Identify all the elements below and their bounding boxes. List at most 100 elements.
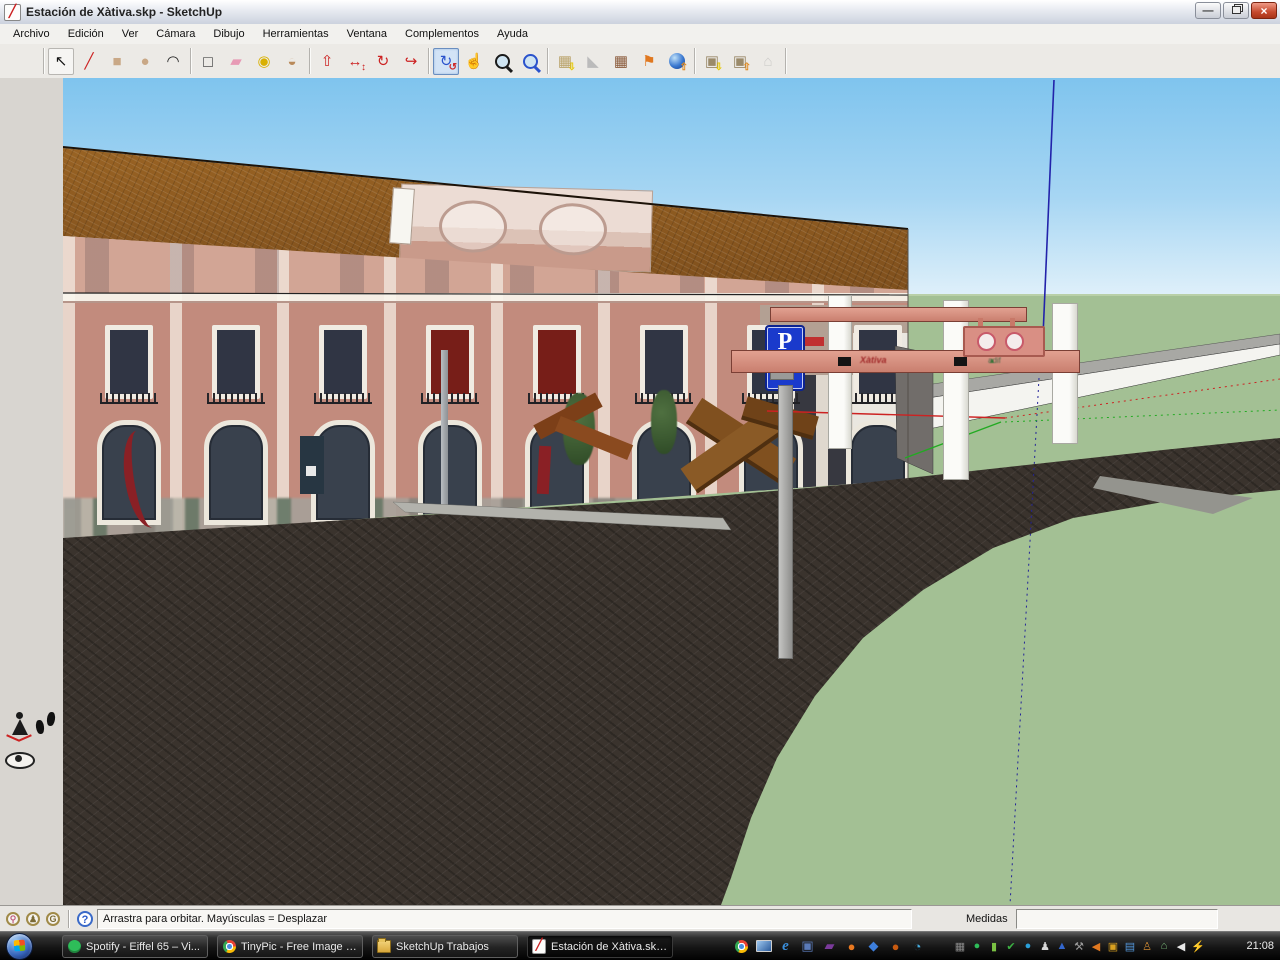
toggle-terrain-tool[interactable]: ◣ — [580, 48, 606, 75]
remote-desktop-icon[interactable]: ▣ — [799, 936, 816, 956]
offset-tool[interactable]: ↪ — [398, 48, 424, 75]
restore-button[interactable] — [1223, 2, 1249, 19]
orbit-tool[interactable]: ↻↺ — [433, 48, 459, 75]
sketchup-app-icon: ╱ — [4, 4, 21, 21]
get-current-view-tool[interactable]: ▦⇩ — [552, 48, 578, 75]
tray-tools-icon[interactable]: ⚒ — [1071, 936, 1087, 956]
menu-complementos[interactable]: Complementos — [396, 26, 488, 42]
task-label: Estación de Xàtiva.skp... — [551, 941, 668, 953]
arc-icon: ◠ — [166, 54, 179, 69]
start-button[interactable] — [6, 933, 33, 960]
zoom-extents-tool[interactable] — [517, 48, 543, 75]
get-models-tool[interactable]: ▣⇩ — [699, 48, 725, 75]
minimize-button[interactable]: — — [1195, 2, 1221, 19]
task-button-chrome[interactable]: TinyPic - Free Image H... — [217, 935, 363, 958]
tray-avg-icon[interactable]: ▲ — [1054, 936, 1070, 956]
green-axis-dashed — [1005, 410, 1280, 422]
menu-ayuda[interactable]: Ayuda — [488, 26, 537, 42]
utility-app-icon[interactable]: ● — [887, 936, 904, 956]
speaker-box — [954, 357, 967, 366]
media-app-icon[interactable]: ▰ — [821, 936, 838, 956]
position-camera-tool[interactable] — [8, 712, 30, 744]
paint-bucket-tool[interactable]: ◒ — [279, 48, 305, 75]
photo-textures-tool[interactable]: ▦ — [608, 48, 634, 75]
geolocation-icon[interactable]: ⚲ — [6, 912, 20, 926]
claim-credit-icon[interactable]: G — [46, 912, 60, 926]
taskbar-clock: 21:08 — [1246, 932, 1274, 960]
tray-offline-user-icon[interactable]: ♟ — [1037, 936, 1053, 956]
zoom-tool[interactable] — [489, 48, 515, 75]
tray-agent-icon[interactable]: ♙ — [1139, 936, 1155, 956]
google-earth-tool[interactable]: ⇧ — [664, 48, 690, 75]
menu-camara[interactable]: Cámara — [147, 26, 204, 42]
tray-power-icon[interactable]: ⚡ — [1190, 936, 1206, 956]
main-toolbar: ↖╱■●◠◻▰◉◒⇧↔↕↻↪↻↺☝▦⇩◣▦⚑⇧▣⇩▣⇧⌂ — [0, 44, 1280, 79]
parking-sign-pole — [778, 385, 793, 659]
quicktime-icon[interactable]: ◔ — [909, 936, 926, 956]
task-button-spotify[interactable]: Spotify - Eiffel 65 – Vi... — [62, 935, 208, 958]
chrome-icon[interactable] — [733, 936, 750, 956]
show-desktop-icon[interactable] — [755, 936, 772, 956]
menu-herramientas[interactable]: Herramientas — [254, 26, 338, 42]
push-pull-tool[interactable]: ⇧ — [314, 48, 340, 75]
credits-icon[interactable]: ♟ — [26, 912, 40, 926]
right-path-wedge — [1093, 476, 1253, 514]
white-pylon — [1052, 303, 1078, 444]
tray-app-icon[interactable]: ▦ — [952, 936, 968, 956]
tray-spotify-icon[interactable]: ● — [969, 936, 985, 956]
task-buttons: Spotify - Eiffel 65 – Vi... TinyPic - Fre… — [62, 935, 673, 958]
place-model-tool[interactable]: ⚑ — [636, 48, 662, 75]
line-tool[interactable]: ╱ — [76, 48, 102, 75]
menu-ventana[interactable]: Ventana — [338, 26, 396, 42]
tray-wireless-icon[interactable]: ⌂ — [1156, 936, 1172, 956]
share-component-icon: ⌂ — [763, 54, 772, 69]
share-component-tool[interactable]: ⌂ — [755, 48, 781, 75]
footprints-icon — [35, 720, 45, 735]
logo-roundel — [1005, 332, 1024, 351]
look-around-tool[interactable] — [5, 750, 35, 768]
rotate-tool[interactable]: ↻ — [370, 48, 396, 75]
tape-measure-icon: ◉ — [257, 54, 270, 69]
tray-volume-icon[interactable]: ◀ — [1173, 936, 1189, 956]
move-tool[interactable]: ↔↕ — [342, 48, 368, 75]
paint-bucket-icon: ◒ — [287, 54, 296, 69]
arc-tool[interactable]: ◠ — [160, 48, 186, 75]
internet-explorer-icon[interactable]: e — [777, 936, 794, 956]
line-icon: ╱ — [84, 54, 93, 69]
measurements-box[interactable] — [1016, 909, 1218, 929]
tray-messenger-icon[interactable]: ● — [1020, 936, 1036, 956]
dropbox-icon[interactable]: ◆ — [865, 936, 882, 956]
task-button-folder[interactable]: SketchUp Trabajos — [372, 935, 518, 958]
walk-tool[interactable] — [36, 712, 56, 742]
taskbar: Spotify - Eiffel 65 – Vi... TinyPic - Fre… — [0, 931, 1280, 960]
menu-dibujo[interactable]: Dibujo — [204, 26, 253, 42]
rectangle-icon: ■ — [112, 54, 121, 69]
circle-icon: ● — [140, 54, 149, 69]
menu-edicion[interactable]: Edición — [59, 26, 113, 42]
select-tool[interactable]: ↖ — [48, 48, 74, 75]
rectangle-tool[interactable]: ■ — [104, 48, 130, 75]
tray-antivirus-icon[interactable]: ✔ — [1003, 936, 1019, 956]
task-button-sketchup[interactable]: ╱Estación de Xàtiva.skp... — [527, 935, 673, 958]
eraser-tool[interactable]: ▰ — [223, 48, 249, 75]
tray-horn-icon[interactable]: ◀ — [1088, 936, 1104, 956]
model-viewport[interactable]: P Xàtiva ▲ adif — [63, 78, 1280, 905]
offset-icon: ↪ — [405, 54, 418, 69]
tape-measure-tool[interactable]: ◉ — [251, 48, 277, 75]
make-component-tool[interactable]: ◻ — [195, 48, 221, 75]
title-bar[interactable]: ╱ Estación de Xàtiva.skp - SketchUp — × — [0, 0, 1280, 25]
firefox-icon[interactable]: ● — [843, 936, 860, 956]
close-button[interactable]: × — [1251, 2, 1277, 19]
pan-tool[interactable]: ☝ — [461, 48, 487, 75]
share-model-tool[interactable]: ▣⇧ — [727, 48, 753, 75]
model-edges-overlay — [63, 78, 1280, 905]
menu-archivo[interactable]: Archivo — [4, 26, 59, 42]
tray-battery-icon[interactable]: ▮ — [986, 936, 1002, 956]
zoom-icon — [495, 54, 510, 69]
help-icon[interactable]: ? — [77, 911, 93, 927]
tray-folder-update-icon[interactable]: ▣ — [1105, 936, 1121, 956]
circle-tool[interactable]: ● — [132, 48, 158, 75]
menu-bar: ArchivoEdiciónVerCámaraDibujoHerramienta… — [0, 24, 1280, 45]
menu-ver[interactable]: Ver — [113, 26, 148, 42]
tray-network-icon[interactable]: ▤ — [1122, 936, 1138, 956]
